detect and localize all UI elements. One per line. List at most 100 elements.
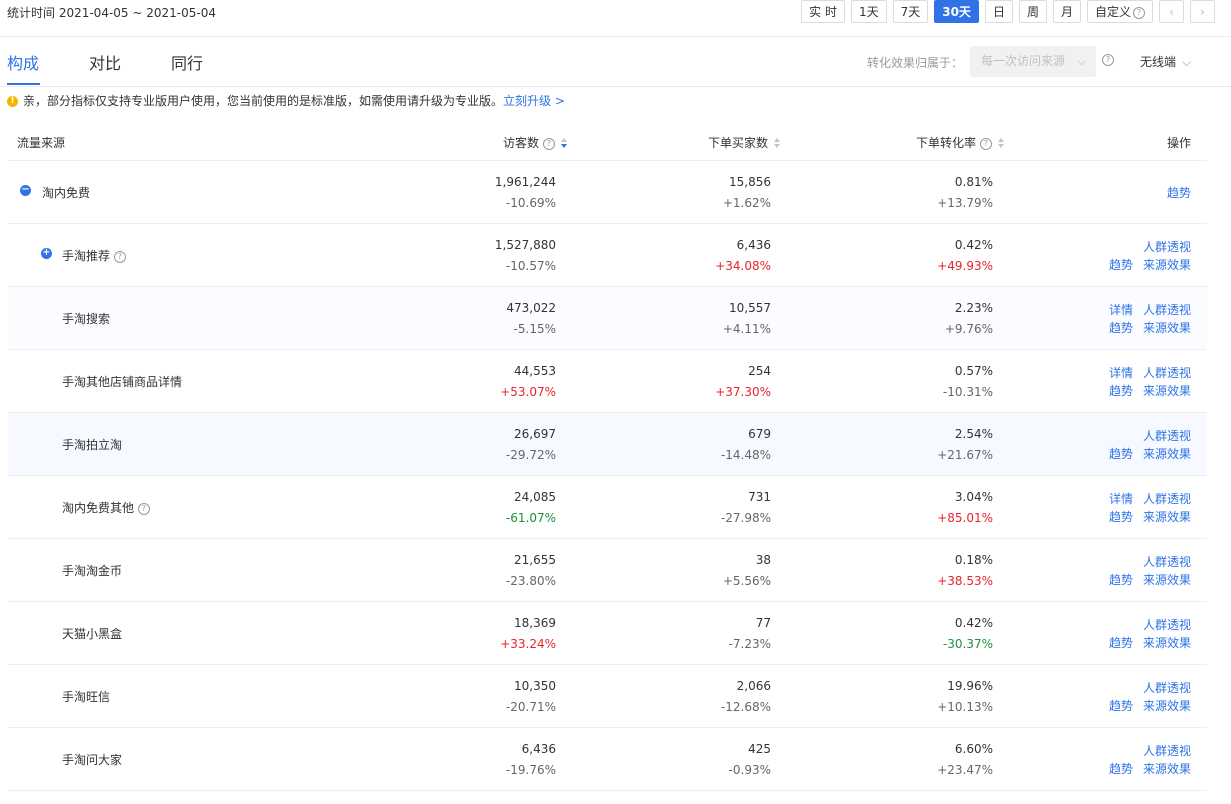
audience-insight-link[interactable]: 人群透视: [1143, 238, 1191, 255]
range-7day-button[interactable]: 7天: [892, 0, 929, 23]
source-name-label: 手淘拍立淘: [62, 438, 123, 452]
row-actions: 详情 人群透视 趋势 来源效果: [1071, 287, 1191, 349]
audience-insight-link[interactable]: 人群透视: [1143, 427, 1191, 444]
row-actions: 人群透视 趋势 来源效果: [1071, 728, 1191, 790]
source-name: 淘内免费其他 ?: [62, 499, 150, 516]
tab-peers[interactable]: 同行: [171, 50, 203, 74]
rate-value: 0.42%: [954, 238, 993, 252]
next-period-button[interactable]: ›: [1190, 0, 1215, 23]
audience-insight-link[interactable]: 人群透视: [1143, 553, 1191, 570]
attribution-select[interactable]: 每一次访问来源 ⌵: [970, 46, 1096, 77]
trend-link[interactable]: 趋势: [1109, 697, 1133, 714]
buyers-change: -12.68%: [720, 700, 771, 714]
sort-icon[interactable]: [997, 137, 1006, 150]
source-effect-link[interactable]: 来源效果: [1143, 508, 1191, 525]
buyers-value: 6,436: [736, 238, 771, 252]
sort-icon[interactable]: [560, 137, 569, 150]
active-tab-indicator: [7, 83, 40, 85]
buyers-change: +34.08%: [715, 259, 771, 273]
upgrade-link[interactable]: 立刻升级 >: [503, 94, 565, 108]
help-icon: ?: [979, 137, 992, 150]
visitors-change: -5.15%: [513, 322, 556, 336]
source-effect-link[interactable]: 来源效果: [1143, 634, 1191, 651]
trend-link[interactable]: 趋势: [1109, 445, 1133, 462]
tab-compare[interactable]: 对比: [89, 50, 121, 74]
detail-link[interactable]: 详情: [1109, 490, 1133, 507]
help-icon[interactable]: ?: [1102, 54, 1114, 66]
prev-period-button[interactable]: ‹: [1159, 0, 1184, 23]
trend-link[interactable]: 趋势: [1167, 184, 1191, 201]
range-month-button[interactable]: 月: [1052, 0, 1081, 23]
visitors-value: 1,527,880: [494, 238, 556, 252]
table-row: 天猫小黑盒 18,369 +33.24% 77 -7.23% 0.42% -30.37% 人群…: [8, 602, 1207, 665]
audience-insight-link[interactable]: 人群透视: [1143, 679, 1191, 696]
trend-link[interactable]: 趋势: [1109, 508, 1133, 525]
source-effect-link[interactable]: 来源效果: [1143, 319, 1191, 336]
col-header-visitors[interactable]: 访客数 ?: [503, 134, 569, 151]
visitors-value: 44,553: [514, 364, 556, 378]
source-effect-link[interactable]: 来源效果: [1143, 571, 1191, 588]
table-row: − 淘内免费 1,961,244 -10.69% 15,856 +1.62% 0.81% +1…: [8, 161, 1207, 224]
rate-change: +23.47%: [937, 763, 993, 777]
rate-change: +85.01%: [937, 511, 993, 525]
collapse-icon[interactable]: −: [20, 185, 31, 196]
visitors-change: -23.80%: [505, 574, 556, 588]
help-icon: ?: [542, 137, 555, 150]
trend-link[interactable]: 趋势: [1109, 634, 1133, 651]
source-name: 淘内免费: [42, 184, 90, 201]
col-header-rate[interactable]: 下单转化率 ?: [916, 134, 1006, 151]
row-actions: 人群透视 趋势 来源效果: [1071, 539, 1191, 601]
col-header-buyers-label: 下单买家数: [708, 136, 769, 150]
col-header-ops: 操作: [1167, 136, 1192, 150]
buyers-change: +5.56%: [722, 574, 771, 588]
range-30day-button[interactable]: 30天: [934, 0, 979, 23]
visitors-value: 10,350: [514, 679, 556, 693]
col-header-source: 流量来源: [17, 136, 66, 150]
source-effect-link[interactable]: 来源效果: [1143, 760, 1191, 777]
help-icon[interactable]: ?: [137, 502, 150, 515]
detail-link[interactable]: 详情: [1109, 301, 1133, 318]
col-header-visitors-label: 访客数: [503, 136, 540, 150]
visitors-change: -20.71%: [505, 700, 556, 714]
trend-link[interactable]: 趋势: [1109, 256, 1133, 273]
source-name-label: 手淘淘金币: [62, 564, 123, 578]
audience-insight-link[interactable]: 人群透视: [1143, 490, 1191, 507]
expand-icon[interactable]: +: [41, 248, 52, 259]
col-header-buyers[interactable]: 下单买家数: [708, 134, 782, 151]
range-1day-button[interactable]: 1天: [850, 0, 887, 23]
visitors-change: +33.24%: [500, 637, 556, 651]
device-select[interactable]: 无线端 ⌵: [1140, 53, 1191, 70]
range-day-button[interactable]: 日: [984, 0, 1013, 23]
rate-value: 0.18%: [954, 553, 993, 567]
source-name-label: 手淘问大家: [62, 753, 123, 767]
tab-composition[interactable]: 构成: [7, 50, 39, 74]
source-name: 手淘问大家: [62, 751, 122, 768]
audience-insight-link[interactable]: 人群透视: [1143, 616, 1191, 633]
source-effect-link[interactable]: 来源效果: [1143, 445, 1191, 462]
buyers-change: -7.23%: [728, 637, 771, 651]
trend-link[interactable]: 趋势: [1109, 382, 1133, 399]
range-button-group: 实 时 1天 7天 30天 日 周 月 自定义? ‹ ›: [795, 0, 1215, 23]
range-custom-button[interactable]: 自定义?: [1086, 0, 1153, 23]
source-name: 天猫小黑盒: [62, 625, 122, 642]
source-name: 手淘拍立淘: [62, 436, 122, 453]
source-effect-link[interactable]: 来源效果: [1143, 256, 1191, 273]
source-name-label: 淘内免费其他: [62, 501, 135, 515]
range-realtime-button[interactable]: 实 时: [801, 0, 845, 23]
table-row: 手淘搜索 473,022 -5.15% 10,557 +4.11% 2.23% +9.76%…: [8, 287, 1207, 350]
detail-link[interactable]: 详情: [1109, 364, 1133, 381]
row-actions: 人群透视 趋势 来源效果: [1071, 665, 1191, 727]
audience-insight-link[interactable]: 人群透视: [1143, 301, 1191, 318]
source-effect-link[interactable]: 来源效果: [1143, 382, 1191, 399]
buyers-value: 731: [748, 490, 771, 504]
range-week-button[interactable]: 周: [1018, 0, 1047, 23]
audience-insight-link[interactable]: 人群透视: [1143, 364, 1191, 381]
source-effect-link[interactable]: 来源效果: [1143, 697, 1191, 714]
trend-link[interactable]: 趋势: [1109, 571, 1133, 588]
sort-icon[interactable]: [774, 137, 782, 150]
audience-insight-link[interactable]: 人群透视: [1143, 742, 1191, 759]
help-icon[interactable]: ?: [113, 250, 126, 263]
trend-link[interactable]: 趋势: [1109, 760, 1133, 777]
trend-link[interactable]: 趋势: [1109, 319, 1133, 336]
visitors-value: 21,655: [514, 553, 556, 567]
